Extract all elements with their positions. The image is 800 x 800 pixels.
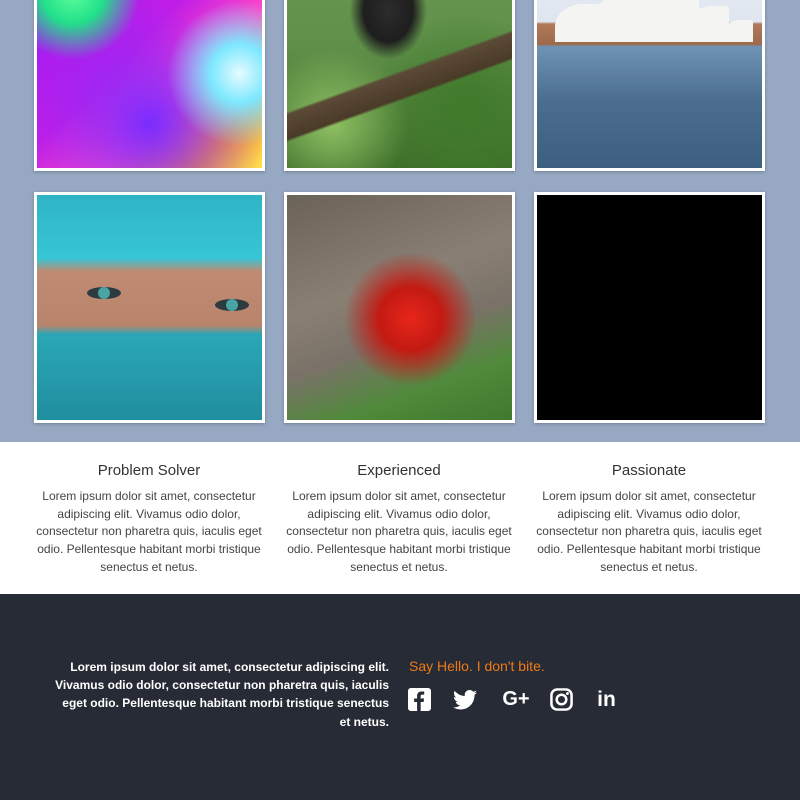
instagram-icon[interactable] bbox=[549, 687, 574, 712]
face-photo bbox=[37, 195, 262, 420]
gallery-tile-gorilla[interactable] bbox=[284, 0, 515, 171]
social-links: G+ in bbox=[407, 687, 639, 712]
footer-description: Lorem ipsum dolor sit amet, consectetur … bbox=[55, 660, 389, 729]
say-hello-text: Say Hello. I don't bite. bbox=[409, 658, 545, 674]
linkedin-icon[interactable]: in bbox=[594, 687, 619, 712]
gallery-tile-bokeh[interactable] bbox=[34, 0, 265, 171]
bokeh-photo bbox=[37, 0, 262, 168]
feature-title: Experienced bbox=[357, 462, 441, 479]
feature-passionate: Passionate Lorem ipsum dolor sit amet, c… bbox=[532, 462, 766, 577]
site-footer: Lorem ipsum dolor sit amet, consectetur … bbox=[0, 594, 800, 800]
feature-problem-solver: Problem Solver Lorem ipsum dolor sit ame… bbox=[32, 462, 266, 577]
facebook-icon[interactable] bbox=[407, 687, 432, 712]
feature-description: Lorem ipsum dolor sit amet, consectetur … bbox=[286, 489, 512, 574]
black-photo bbox=[537, 195, 762, 420]
feature-description: Lorem ipsum dolor sit amet, consectetur … bbox=[36, 489, 262, 574]
gallery-tile-face[interactable] bbox=[34, 192, 265, 423]
gallery-tile-black[interactable] bbox=[534, 192, 765, 423]
opera-house-photo bbox=[537, 0, 762, 168]
gorilla-photo bbox=[287, 0, 512, 168]
google-plus-icon[interactable]: G+ bbox=[497, 687, 535, 712]
feature-title: Problem Solver bbox=[97, 462, 201, 479]
feature-description: Lorem ipsum dolor sit amet, consectetur … bbox=[536, 489, 762, 574]
gallery-tile-motorcycle[interactable] bbox=[284, 192, 515, 423]
gallery-tile-opera-house[interactable] bbox=[534, 0, 765, 171]
photo-gallery bbox=[0, 0, 800, 442]
features-section: Problem Solver Lorem ipsum dolor sit ame… bbox=[0, 442, 800, 594]
twitter-icon[interactable] bbox=[452, 687, 477, 712]
feature-title: Passionate bbox=[611, 462, 687, 479]
feature-experienced: Experienced Lorem ipsum dolor sit amet, … bbox=[282, 462, 516, 577]
motorcycle-photo bbox=[287, 195, 512, 420]
